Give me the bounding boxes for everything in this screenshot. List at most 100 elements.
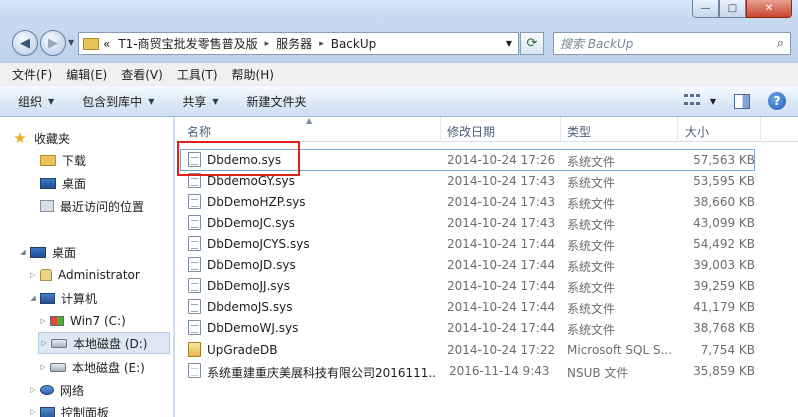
menu-help[interactable]: 帮助(H) <box>232 66 274 83</box>
breadcrumb-item-backup[interactable]: BackUp <box>327 37 381 51</box>
expand-icon[interactable]: ▷ <box>28 408 38 416</box>
desktop-icon <box>40 177 56 189</box>
chevron-down-icon: ▼ <box>148 96 155 106</box>
nav-item-control-panel[interactable]: ▷ 控制面板 <box>28 401 173 417</box>
breadcrumb-overflow[interactable]: « <box>99 37 114 51</box>
column-divider[interactable] <box>760 117 761 142</box>
computer-icon <box>40 292 55 304</box>
column-size[interactable]: 大小 <box>685 123 709 140</box>
collapse-icon[interactable]: ◢ <box>18 248 28 256</box>
view-dropdown-icon[interactable]: ▼ <box>710 97 716 106</box>
file-date: 2014-10-24 17:43 <box>447 216 556 230</box>
file-date: 2014-10-24 17:44 <box>447 300 556 314</box>
expand-icon[interactable]: ▷ <box>28 271 38 279</box>
view-options-icon[interactable] <box>683 94 702 108</box>
new-folder-label: 新建文件夹 <box>246 94 307 109</box>
column-date[interactable]: 修改日期 <box>447 123 495 140</box>
menu-view[interactable]: 查看(V) <box>121 66 163 83</box>
file-name: DbDemoWJ.sys <box>207 321 299 335</box>
nav-item-drive-d[interactable]: ▷ 本地磁盘 (D:) <box>38 332 170 354</box>
expand-icon[interactable]: ▷ <box>39 339 49 347</box>
column-name[interactable]: 名称 <box>187 123 211 140</box>
file-row[interactable]: DbDemoWJ.sys 2014-10-24 17:44 系统文件 38,76… <box>175 317 798 338</box>
expand-icon[interactable]: ▷ <box>28 386 38 394</box>
search-icon[interactable]: ⌕ <box>777 36 784 51</box>
nav-label: 网络 <box>60 383 85 398</box>
forward-button[interactable]: ▶ <box>40 30 66 56</box>
back-arrow-icon: ◀ <box>20 35 30 51</box>
network-icon <box>40 385 54 395</box>
file-row[interactable]: DbDemoJD.sys 2014-10-24 17:44 系统文件 39,00… <box>175 254 798 275</box>
breadcrumb-separator-icon[interactable]: ▸ <box>316 39 327 49</box>
sys-file-icon <box>188 236 201 251</box>
nav-item-desktop-favorite[interactable]: 桌面 <box>40 172 173 194</box>
preview-pane-icon[interactable] <box>734 93 750 109</box>
nav-item-drive-e[interactable]: ▷ 本地磁盘 (E:) <box>38 356 173 378</box>
downloads-folder-icon <box>40 154 56 166</box>
menu-file[interactable]: 文件(F) <box>12 66 52 83</box>
nav-label: 桌面 <box>62 176 87 191</box>
search-input[interactable]: 搜索 BackUp ⌕ <box>553 32 791 55</box>
recent-pages-dropdown[interactable]: ▼ <box>68 38 74 47</box>
nav-item-favorites[interactable]: ★ 收藏夹 <box>12 127 173 149</box>
file-type: 系统文件 <box>567 323 616 337</box>
close-button[interactable]: ✕ <box>746 0 792 18</box>
file-date: 2014-10-24 17:44 <box>447 279 556 293</box>
nav-item-network[interactable]: ▷ 网络 <box>28 379 173 401</box>
file-date: 2014-10-24 17:22 <box>447 343 556 357</box>
file-row[interactable]: DbDemoHZP.sys 2014-10-24 17:43 系统文件 38,6… <box>175 191 798 212</box>
address-bar[interactable]: « T1-商贸宝批发零售普及版 ▸ 服务器 ▸ BackUp ▼ <box>78 32 519 55</box>
breadcrumb-item-root[interactable]: T1-商贸宝批发零售普及版 <box>114 35 261 52</box>
address-toolbar: ◀ ▶ ▼ « T1-商贸宝批发零售普及版 ▸ 服务器 ▸ BackUp ▼ ⟳… <box>0 22 798 62</box>
menu-bar: 文件(F) 编辑(E) 查看(V) 工具(T) 帮助(H) <box>0 62 798 85</box>
file-row[interactable]: 系统重建重庆美展科技有限公司2016111... 2016-11-14 9:43… <box>175 360 798 381</box>
collapse-icon[interactable]: ◢ <box>28 294 38 302</box>
help-icon[interactable]: ? <box>768 92 786 110</box>
breadcrumb-separator-icon[interactable]: ▸ <box>262 39 273 49</box>
share-button[interactable]: 共享 ▼ <box>182 93 218 110</box>
nav-item-drive-c[interactable]: ▷ Win7 (C:) <box>38 310 173 332</box>
column-divider[interactable] <box>440 117 441 142</box>
file-type: 系统文件 <box>567 260 616 274</box>
file-row[interactable]: UpGradeDB 2014-10-24 17:22 Microsoft SQL… <box>175 339 798 360</box>
column-type[interactable]: 类型 <box>567 123 591 140</box>
menu-edit[interactable]: 编辑(E) <box>66 66 107 83</box>
star-icon: ★ <box>13 129 27 147</box>
menu-tools[interactable]: 工具(T) <box>177 66 218 83</box>
folder-icon <box>83 37 99 50</box>
minimize-button[interactable]: — <box>692 0 719 18</box>
file-name: 系统重建重庆美展科技有限公司2016111... <box>207 366 437 380</box>
column-divider[interactable] <box>677 117 678 142</box>
include-in-library-button[interactable]: 包含到库中 ▼ <box>82 93 154 110</box>
file-size: 35,859 KB <box>693 364 755 378</box>
file-row[interactable]: DbDemoJJ.sys 2014-10-24 17:44 系统文件 39,25… <box>175 275 798 296</box>
expand-icon[interactable]: ▷ <box>38 363 48 371</box>
file-size: 39,003 KB <box>693 258 755 272</box>
navigation-pane: ★ 收藏夹 下载 桌面 最近访问的位置 ◢ 桌面 ▷ Administrator… <box>0 117 174 417</box>
back-button[interactable]: ◀ <box>12 30 38 56</box>
nav-item-downloads[interactable]: 下载 <box>40 149 173 171</box>
sort-ascending-icon: ▲ <box>306 117 313 125</box>
file-row[interactable]: DbDemoJC.sys 2014-10-24 17:43 系统文件 43,09… <box>175 212 798 233</box>
column-divider[interactable] <box>560 117 561 142</box>
file-size: 54,492 KB <box>693 237 755 251</box>
nav-item-computer[interactable]: ◢ 计算机 <box>28 287 173 309</box>
file-row[interactable]: DbdemoJS.sys 2014-10-24 17:44 系统文件 41,17… <box>175 296 798 317</box>
refresh-button[interactable]: ⟳ <box>520 32 544 55</box>
nav-item-administrator[interactable]: ▷ Administrator <box>28 264 173 286</box>
new-folder-button[interactable]: 新建文件夹 <box>247 93 307 110</box>
expand-icon[interactable]: ▷ <box>38 317 48 325</box>
column-header: ▲ 名称 修改日期 类型 大小 <box>175 117 798 142</box>
search-placeholder: 搜索 BackUp <box>560 37 634 51</box>
nav-item-desktop[interactable]: ◢ 桌面 <box>18 241 173 263</box>
nav-label: 最近访问的位置 <box>60 199 145 214</box>
file-size: 41,179 KB <box>693 300 755 314</box>
organize-button[interactable]: 组织 ▼ <box>18 93 54 110</box>
address-dropdown-icon[interactable]: ▼ <box>506 39 512 48</box>
maximize-button[interactable]: □ <box>719 0 746 18</box>
file-row[interactable]: DbDemoJCYS.sys 2014-10-24 17:44 系统文件 54,… <box>175 233 798 254</box>
file-size: 38,768 KB <box>693 321 755 335</box>
breadcrumb-item-server[interactable]: 服务器 <box>272 35 316 52</box>
nav-item-recent-places[interactable]: 最近访问的位置 <box>40 195 173 217</box>
file-name: DbDemoJD.sys <box>207 258 296 272</box>
